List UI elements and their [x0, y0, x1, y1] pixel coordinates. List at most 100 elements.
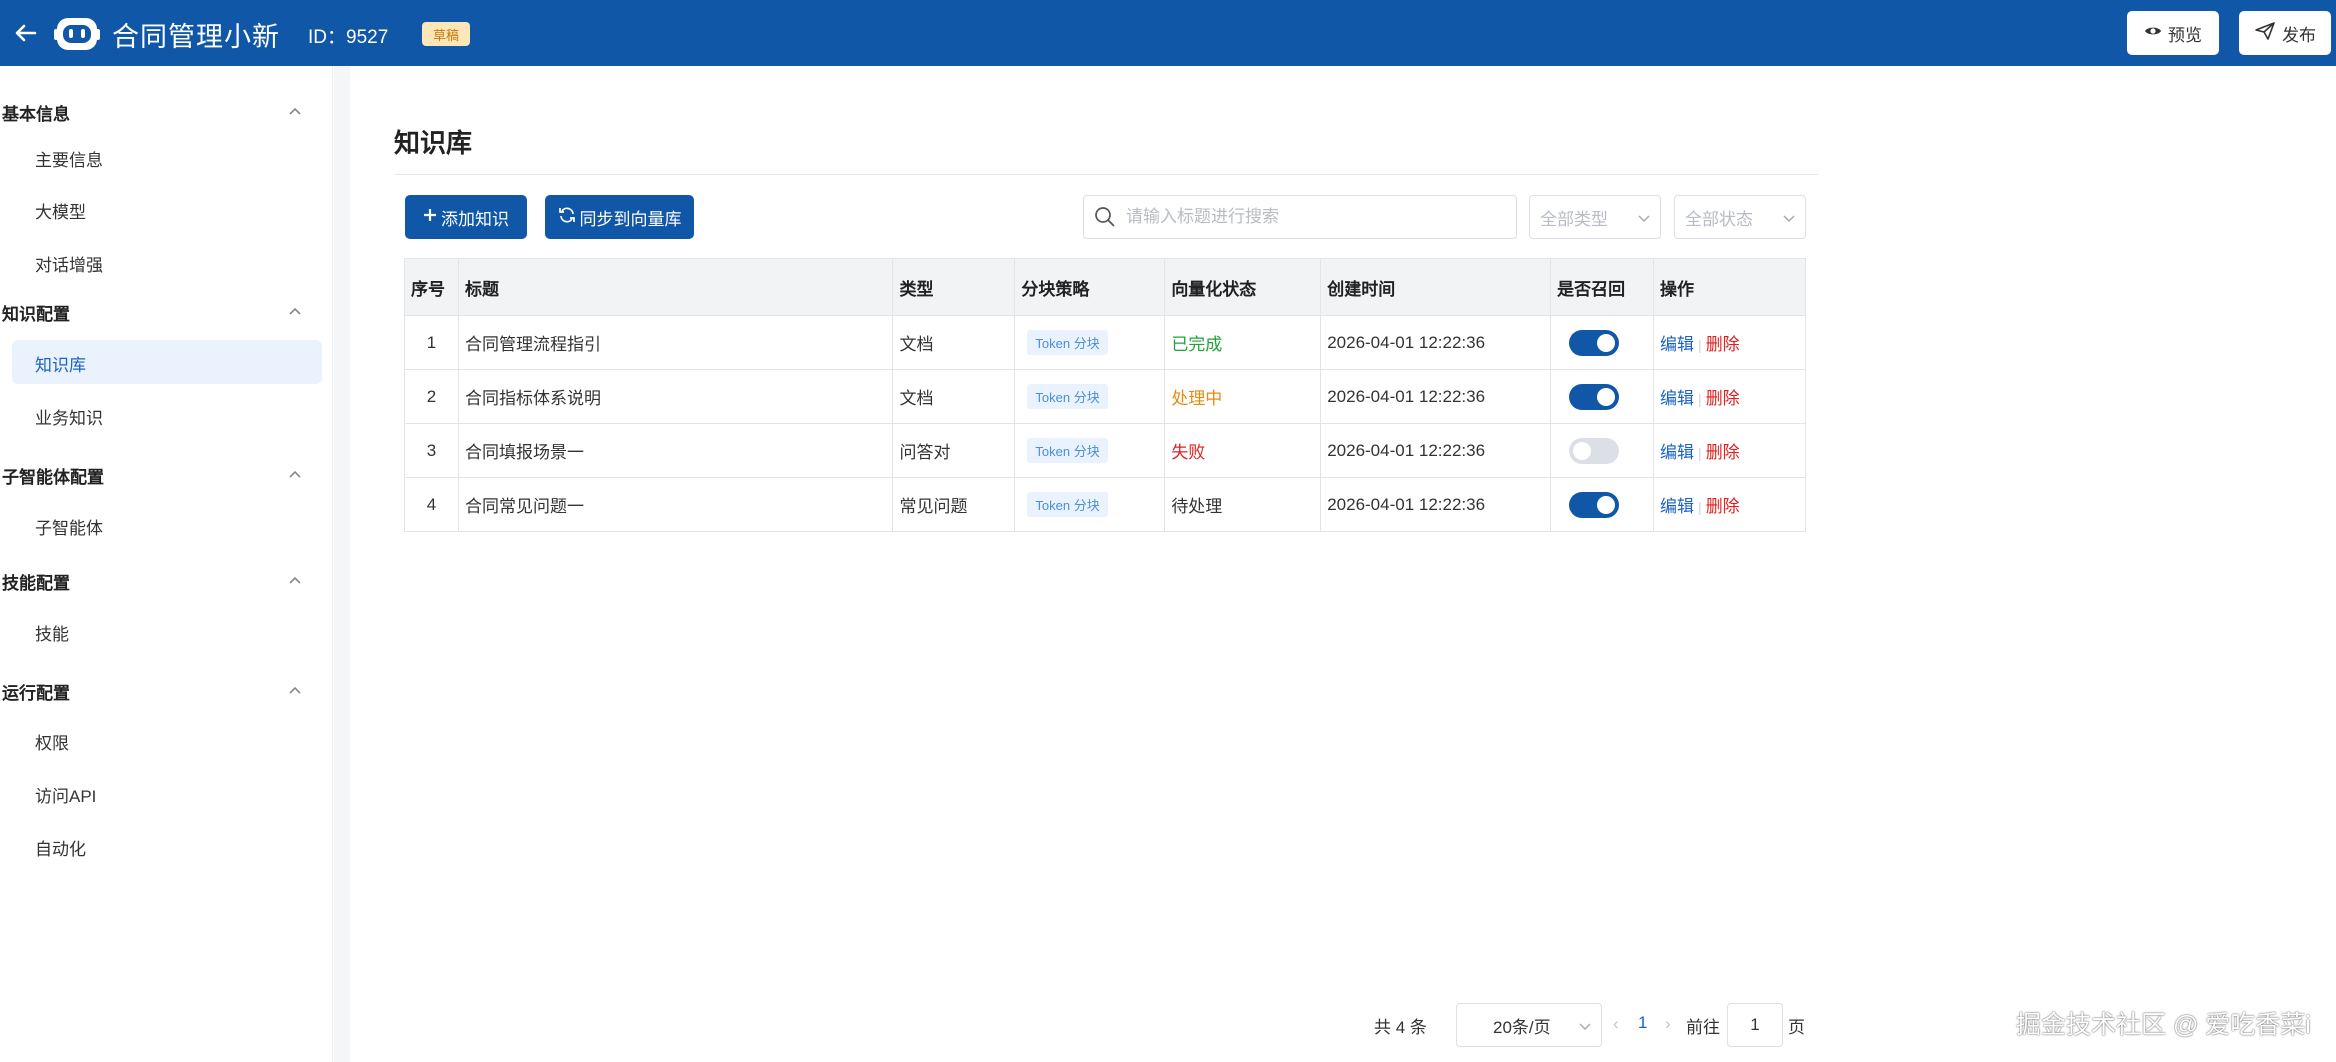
table-row: 2 合同指标体系说明 文档 Token 分块 处理中 2026-04-01 12… [404, 369, 1806, 424]
cell-title: 合同指标体系说明 [457, 369, 894, 424]
group-sub-agent-config[interactable]: 子智能体配置 [2, 463, 104, 488]
cell-status: 已完成 [1164, 315, 1322, 370]
add-knowledge-label: 添加知识 [441, 209, 509, 229]
preview-button[interactable]: 预览 [2127, 11, 2219, 55]
col-header-vector-status: 向量化状态 [1164, 258, 1322, 316]
cell-recall [1550, 369, 1655, 424]
page-size-value: 20条/页 [1493, 1017, 1551, 1037]
cell-created: 2026-04-01 12:22:36 [1320, 423, 1552, 478]
watermark: 掘金技术社区 @ 爱吃香菜i [2016, 1011, 2311, 1039]
cell-title: 合同填报场景一 [457, 423, 894, 478]
prev-page-icon[interactable]: ‹ [1613, 1014, 1619, 1034]
divider [394, 174, 1818, 175]
chevron-down-icon [1781, 210, 1797, 231]
chunk-tag: Token 分块 [1027, 438, 1108, 463]
chevron-up-icon[interactable] [286, 466, 304, 484]
recall-toggle[interactable] [1569, 383, 1620, 410]
cell-created: 2026-04-01 12:22:36 [1320, 477, 1552, 532]
edit-link[interactable]: 编辑 [1660, 335, 1694, 354]
add-knowledge-button[interactable]: 添加知识 [405, 195, 527, 239]
recall-toggle[interactable] [1569, 329, 1620, 356]
col-header-created-time: 创建时间 [1320, 258, 1552, 316]
sidebar-item-main-info[interactable]: 主要信息 [35, 146, 103, 171]
edit-link[interactable]: 编辑 [1660, 497, 1694, 516]
sidebar-item-access-api[interactable]: 访问API [35, 782, 96, 807]
cell-chunk: Token 分块 [1014, 315, 1166, 370]
robot-logo-icon [54, 14, 100, 54]
status-filter-select[interactable]: 全部状态 [1674, 195, 1806, 239]
cell-status: 失败 [1164, 423, 1322, 478]
status-badge: 草稿 [422, 22, 470, 46]
sidebar-item-skill[interactable]: 技能 [35, 620, 69, 645]
delete-link[interactable]: 删除 [1706, 443, 1740, 462]
cell-chunk: Token 分块 [1014, 423, 1166, 478]
top-header: 合同管理小新 ID：9527 草稿 预览 发布 [0, 0, 2336, 66]
table-row: 1 合同管理流程指引 文档 Token 分块 已完成 2026-04-01 12… [404, 315, 1806, 370]
send-icon [2254, 21, 2276, 46]
sidebar-item-sub-agent[interactable]: 子智能体 [35, 514, 103, 539]
cell-chunk: Token 分块 [1014, 369, 1166, 424]
col-header-actions: 操作 [1653, 258, 1806, 316]
sync-vector-db-button[interactable]: 同步到向量库 [545, 195, 694, 239]
recall-toggle[interactable] [1569, 437, 1620, 464]
knowledge-table: 序号 标题 类型 分块策略 向量化状态 创建时间 是否召回 操作 1 合同管理流… [404, 258, 1806, 532]
col-header-title: 标题 [457, 258, 894, 316]
sync-label: 同步到向量库 [579, 209, 682, 229]
cell-index: 4 [404, 477, 459, 532]
sidebar-item-knowledge-base[interactable]: 知识库 [35, 351, 86, 376]
sidebar-item-dialog-enhance[interactable]: 对话增强 [35, 251, 103, 276]
eye-icon [2144, 23, 2162, 43]
table-header-row: 序号 标题 类型 分块策略 向量化状态 创建时间 是否召回 操作 [404, 258, 1806, 316]
next-page-icon[interactable]: › [1665, 1014, 1671, 1034]
type-filter-select[interactable]: 全部类型 [1529, 195, 1661, 239]
publish-button[interactable]: 发布 [2239, 11, 2331, 55]
group-skill-config[interactable]: 技能配置 [2, 569, 70, 594]
chunk-tag: Token 分块 [1027, 384, 1108, 409]
publish-label: 发布 [2282, 25, 2316, 45]
chevron-up-icon[interactable] [286, 303, 304, 321]
cell-actions: 编辑 | 删除 [1653, 315, 1806, 370]
back-arrow-icon[interactable] [12, 19, 40, 47]
delete-link[interactable]: 删除 [1706, 335, 1740, 354]
cell-type: 文档 [892, 315, 1016, 370]
search-input[interactable] [1126, 207, 1486, 227]
chevron-up-icon[interactable] [286, 682, 304, 700]
chevron-up-icon[interactable] [286, 103, 304, 121]
cell-actions: 编辑 | 删除 [1653, 477, 1806, 532]
sidebar-item-automation[interactable]: 自动化 [35, 835, 86, 860]
group-runtime-config[interactable]: 运行配置 [2, 679, 70, 704]
col-header-index: 序号 [404, 258, 459, 316]
status-filter-placeholder: 全部状态 [1685, 209, 1753, 229]
page-number-current[interactable]: 1 [1638, 1013, 1647, 1033]
chevron-up-icon[interactable] [286, 572, 304, 590]
chevron-down-icon [1577, 1018, 1593, 1039]
delete-link[interactable]: 删除 [1706, 497, 1740, 516]
cell-actions: 编辑 | 删除 [1653, 369, 1806, 424]
cell-created: 2026-04-01 12:22:36 [1320, 369, 1552, 424]
cell-type: 问答对 [892, 423, 1016, 478]
group-knowledge-config[interactable]: 知识配置 [2, 300, 70, 325]
group-basic-info[interactable]: 基本信息 [2, 100, 70, 125]
cell-recall [1550, 423, 1655, 478]
page-size-select[interactable]: 20条/页 [1456, 1003, 1602, 1047]
delete-link[interactable]: 删除 [1706, 389, 1740, 408]
table-row: 4 合同常见问题一 常见问题 Token 分块 待处理 2026-04-01 1… [404, 477, 1806, 532]
cell-recall [1550, 477, 1655, 532]
sidebar-gutter [334, 66, 350, 1062]
goto-page-input[interactable] [1727, 1003, 1783, 1047]
cell-created: 2026-04-01 12:22:36 [1320, 315, 1552, 370]
cell-index: 1 [404, 315, 459, 370]
sidebar-item-business-knowledge[interactable]: 业务知识 [35, 404, 103, 429]
page-title: 知识库 [394, 128, 473, 158]
sidebar-item-permissions[interactable]: 权限 [35, 729, 69, 754]
sidebar-item-llm[interactable]: 大模型 [35, 198, 86, 223]
edit-link[interactable]: 编辑 [1660, 443, 1694, 462]
recall-toggle[interactable] [1569, 491, 1620, 518]
agent-id: ID：9527 [308, 27, 389, 48]
cell-title: 合同管理流程指引 [457, 315, 894, 370]
cell-chunk: Token 分块 [1014, 477, 1166, 532]
edit-link[interactable]: 编辑 [1660, 389, 1694, 408]
goto-label: 前往 [1686, 1018, 1720, 1037]
cell-index: 3 [404, 423, 459, 478]
cell-actions: 编辑 | 删除 [1653, 423, 1806, 478]
